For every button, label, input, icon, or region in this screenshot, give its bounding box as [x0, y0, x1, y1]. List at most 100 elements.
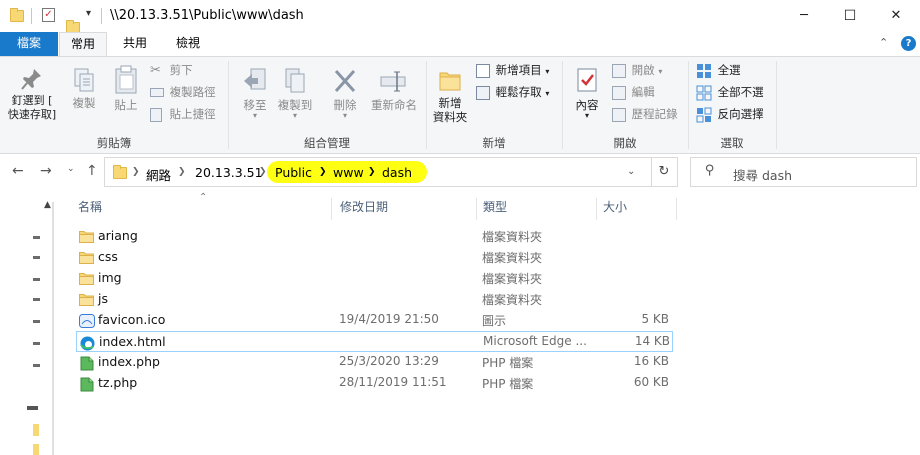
new-group-label: 新增 [482, 136, 506, 150]
open-button[interactable]: 開啟 ▾ [612, 60, 662, 80]
search-box[interactable]: ⚲ 搜尋 dash [690, 157, 917, 187]
folder-icon [79, 251, 94, 267]
breadcrumb-dash[interactable]: dash [382, 165, 412, 180]
file-size: 5 KB [641, 312, 669, 326]
forward-icon[interactable]: → [40, 163, 52, 179]
easy-access-button[interactable]: 輕鬆存取 ▾ [476, 82, 549, 102]
select-group-label: 選取 [720, 136, 744, 150]
tab-share[interactable]: 共用 [112, 32, 158, 56]
copy-path-icon [150, 88, 164, 97]
drive-icon[interactable] [27, 406, 38, 410]
file-row[interactable]: css 檔案資料夾 [76, 247, 673, 268]
nav-scrollbar[interactable] [52, 202, 54, 455]
pin-quick-access-button[interactable]: 釘選到 [ 快速存取] [4, 67, 60, 122]
back-icon[interactable]: ← [12, 163, 24, 179]
history-button[interactable]: 歷程記錄 [612, 104, 678, 124]
new-item-icon [476, 63, 490, 78]
folder-icon[interactable] [33, 424, 39, 436]
search-icon: ⚲ [705, 163, 715, 178]
folder-icon[interactable] [33, 444, 39, 455]
move-to-button[interactable]: 移至 ▾ [236, 67, 274, 120]
breadcrumb-www[interactable]: www [333, 165, 364, 180]
select-all-button[interactable]: 全選 [696, 60, 741, 80]
new-folder-button[interactable]: 新增 資料夾 [430, 67, 470, 124]
easy-access-label: 輕鬆存取 [495, 85, 542, 99]
file-row[interactable]: js 檔案資料夾 [76, 289, 673, 310]
file-row[interactable]: ariang 檔案資料夾 [76, 226, 673, 247]
folder-icon [10, 8, 24, 22]
nav-item-icon[interactable] [33, 278, 40, 281]
properties-icon [577, 68, 597, 92]
customize-toolbar-icon[interactable]: ▾ [86, 8, 91, 19]
nav-item-icon[interactable] [33, 320, 40, 323]
file-row[interactable]: index.php 25/3/2020 13:29 PHP 檔案 16 KB [76, 352, 673, 373]
navigation-pane[interactable]: ▲ [0, 192, 64, 455]
properties-icon[interactable]: ✓ [42, 8, 55, 22]
scissors-icon: ✂ [150, 62, 161, 78]
file-name: ariang [98, 228, 138, 243]
help-icon[interactable]: ? [901, 36, 916, 51]
tab-home[interactable]: 常用 [59, 32, 107, 56]
address-history-dropdown-icon[interactable]: ⌄ [627, 166, 635, 177]
file-type: 檔案資料夾 [482, 293, 543, 307]
breadcrumb-public[interactable]: Public [275, 165, 312, 180]
scroll-up-icon[interactable]: ▲ [44, 200, 51, 210]
nav-item-icon[interactable] [33, 342, 40, 345]
breadcrumb-network[interactable]: 網路 [146, 165, 171, 184]
file-type: 檔案資料夾 [482, 272, 543, 286]
cut-label: 剪下 [169, 63, 193, 77]
new-item-button[interactable]: 新增項目 ▾ [476, 60, 549, 80]
cut-button[interactable]: ✂ 剪下 [150, 60, 193, 80]
copy-button[interactable]: 複製 [66, 67, 102, 110]
address-bar[interactable]: ❯ 網路 ❯ 20.13.3.51 ❯ Public ❯ www ❯ dash … [104, 157, 652, 187]
properties-label: 內容 [575, 98, 599, 112]
paste-shortcut-button[interactable]: 貼上捷徑 [150, 104, 216, 124]
tab-file[interactable]: 檔案 [0, 32, 58, 56]
tab-view[interactable]: 檢視 [163, 32, 213, 56]
select-all-icon [697, 63, 711, 78]
breadcrumb-host[interactable]: 20.13.3.51 [195, 165, 263, 180]
php-file-icon [79, 377, 94, 395]
maximize-button[interactable]: ☐ [827, 0, 873, 32]
invert-selection-button[interactable]: 反向選擇 [696, 104, 764, 124]
chevron-right-icon: ❯ [368, 167, 376, 177]
edit-button[interactable]: 編輯 [612, 82, 655, 102]
minimize-button[interactable]: ─ [781, 0, 827, 32]
copy-path-button[interactable]: 複製路徑 [150, 82, 216, 102]
rename-label: 重新命名 [371, 98, 417, 112]
close-button[interactable]: ✕ [873, 0, 919, 32]
delete-button[interactable]: 刪除 ▾ [326, 67, 364, 120]
recent-locations-icon[interactable]: ⌄ [67, 164, 75, 174]
divider [101, 8, 102, 24]
column-header-date[interactable]: 修改日期 [334, 198, 477, 220]
nav-item-icon[interactable] [33, 256, 40, 259]
column-header-name[interactable]: 名稱 [72, 198, 332, 220]
nav-item-icon[interactable] [33, 236, 40, 239]
file-row[interactable]: favicon.ico 19/4/2019 21:50 圖示 5 KB [76, 310, 673, 331]
chevron-right-icon: ❯ [319, 167, 327, 177]
refresh-icon[interactable]: ↻ [651, 157, 678, 187]
select-none-button[interactable]: 全部不選 [696, 82, 764, 102]
organize-group-label: 組合管理 [304, 136, 350, 150]
up-icon[interactable]: ↑ [86, 163, 98, 179]
file-row[interactable]: index.html Microsoft Edge ... 14 KB [76, 331, 673, 352]
move-to-label: 移至 [243, 98, 267, 112]
select-none-icon [696, 85, 712, 100]
nav-item-icon[interactable] [33, 298, 40, 301]
folder-icon [79, 293, 94, 309]
rename-button[interactable]: 重新命名 [366, 67, 422, 112]
column-header-size[interactable]: 大小 [597, 198, 677, 220]
folder-icon [113, 165, 127, 179]
nav-item-icon[interactable] [33, 364, 40, 367]
file-date: 19/4/2019 21:50 [339, 312, 439, 326]
collapse-ribbon-icon[interactable]: ⌃ [879, 36, 888, 49]
paste-button[interactable]: 貼上 [108, 65, 144, 112]
pin-icon [21, 69, 41, 90]
file-row[interactable]: tz.php 28/11/2019 11:51 PHP 檔案 60 KB [76, 373, 673, 394]
move-to-icon [244, 68, 266, 90]
file-type: PHP 檔案 [482, 356, 534, 370]
column-header-type[interactable]: 類型 [477, 198, 597, 220]
copy-to-button[interactable]: 複製到 ▾ [276, 67, 314, 120]
file-row[interactable]: img 檔案資料夾 [76, 268, 673, 289]
properties-button[interactable]: 內容 ▾ [568, 67, 606, 120]
